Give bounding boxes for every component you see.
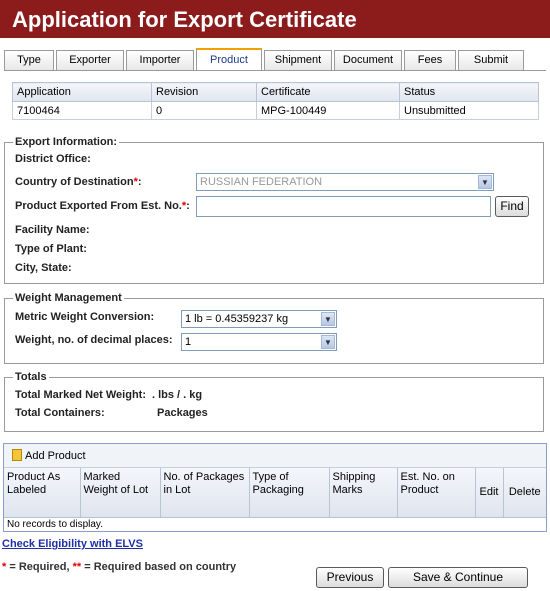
tab-document[interactable]: Document [334,50,402,70]
col-status: Status [399,82,539,102]
status-value: Unsubmitted [399,101,539,120]
country-destination-label: Country of Destination*: [15,176,142,188]
totals-legend: Totals [15,371,47,383]
required-legend: * = Required, ** = Required based on cou… [2,561,237,573]
product-table: Product As Labeled Marked Weight of Lot … [4,468,546,531]
tab-shipment[interactable]: Shipment [264,50,332,70]
grid-toolbar: Add Product [4,444,546,468]
total-containers-label: Total Containers: [15,407,105,419]
previous-button[interactable]: Previous [316,567,384,588]
weight-management-section: Weight Management [4,292,544,364]
page-title: Application for Export Certificate [0,0,550,38]
weight-management-legend: Weight Management [15,292,122,304]
country-destination-value: RUSSIAN FEDERATION [200,176,323,188]
col-marked-weight[interactable]: Marked Weight of Lot [80,468,161,518]
facility-name-label: Facility Name: [15,224,90,236]
col-edit[interactable]: Edit [475,468,504,518]
find-button[interactable]: Find [495,196,529,217]
total-containers-value: Packages [157,407,208,419]
chevron-down-icon[interactable]: ▼ [321,312,335,326]
check-elvs-link[interactable]: Check Eligibility with ELVS [2,538,143,550]
tab-bar: Type Exporter Importer Product Shipment … [4,48,526,70]
application-info-table: Application Revision Certificate Status … [12,82,539,120]
col-est-number[interactable]: Est. No. on Product [397,468,476,518]
col-packaging-type[interactable]: Type of Packaging [249,468,330,518]
col-application: Application [12,82,152,102]
country-destination-select[interactable]: RUSSIAN FEDERATION ▼ [196,173,494,191]
revision-number: 0 [151,101,257,120]
city-state-label: City, State: [15,262,72,274]
decimal-places-value: 1 [185,336,192,348]
est-number-label: Product Exported From Est. No.*: [15,200,190,212]
tab-submit[interactable]: Submit [458,50,524,70]
export-information-legend: Export Information: [15,136,118,148]
add-product-button[interactable]: Add Product [12,449,86,462]
col-revision: Revision [151,82,257,102]
decimal-places-select[interactable]: 1 ▼ [181,333,337,351]
tab-fees[interactable]: Fees [404,50,456,70]
tab-divider [4,70,546,71]
certificate-number: MPG-100449 [256,101,400,120]
col-certificate: Certificate [256,82,400,102]
add-product-label: Add Product [25,450,86,462]
application-number: 7100464 [12,101,152,120]
chevron-down-icon[interactable]: ▼ [321,335,335,349]
totals-section: Totals [4,371,544,432]
tab-importer[interactable]: Importer [126,50,194,70]
net-weight-value: . lbs / . kg [152,389,203,401]
add-document-icon [12,449,22,461]
metric-conversion-label: Metric Weight Conversion: [15,311,155,323]
chevron-down-icon[interactable]: ▼ [478,175,492,189]
tab-product[interactable]: Product [196,48,262,70]
empty-grid-message: No records to display. [7,518,103,530]
save-continue-button[interactable]: Save & Continue [388,567,528,588]
plant-type-label: Type of Plant: [15,243,87,255]
district-office-label: District Office: [15,153,91,165]
metric-conversion-select[interactable]: 1 lb = 0.45359237 kg ▼ [181,310,337,328]
decimal-places-label: Weight, no. of decimal places: [15,334,173,346]
col-delete[interactable]: Delete [503,468,546,518]
col-product-as-labeled[interactable]: Product As Labeled [4,468,81,518]
est-number-input[interactable] [196,196,491,217]
col-shipping-marks[interactable]: Shipping Marks [329,468,398,518]
metric-conversion-value: 1 lb = 0.45359237 kg [185,313,289,325]
net-weight-label: Total Marked Net Weight: [15,389,146,401]
tab-type[interactable]: Type [4,50,54,70]
product-grid: Add Product Product As Labeled Marked We… [3,443,547,532]
col-packages-count[interactable]: No. of Packages in Lot [160,468,250,518]
tab-exporter[interactable]: Exporter [56,50,124,70]
